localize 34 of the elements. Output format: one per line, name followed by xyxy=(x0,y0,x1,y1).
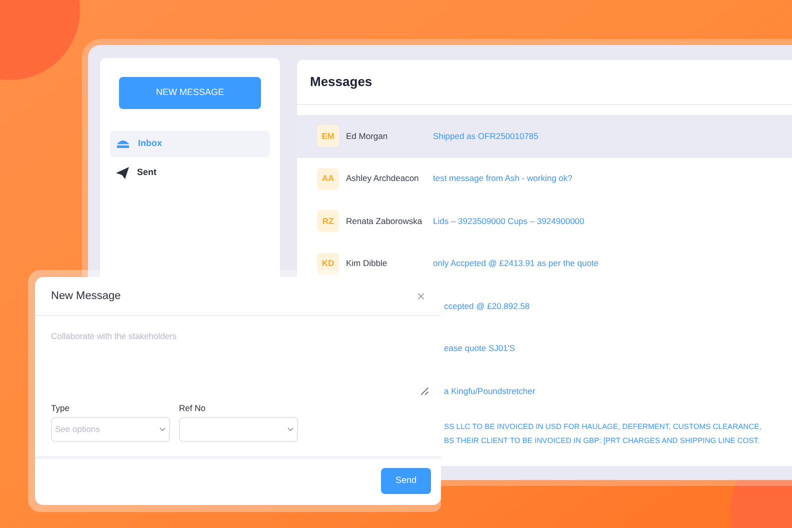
sidebar-item[interactable]: Sent xyxy=(110,160,270,186)
message-field[interactable]: Collaborate with the stakeholders xyxy=(47,326,429,396)
initials-avatar: RZ xyxy=(317,210,339,232)
message-preview: ease quote SJ01'S xyxy=(444,342,516,356)
message-preview: a Kingfu/Poundstretcher xyxy=(444,384,536,398)
sender-name: Ashley Archdeacon xyxy=(346,173,419,184)
message-preview: Shipped as OFR250010785 xyxy=(433,130,538,143)
field-label: Ref No xyxy=(179,402,206,415)
new-message-button[interactable]: NEW MESSAGE xyxy=(119,77,261,109)
field-label: Type xyxy=(51,402,70,415)
message-preview: Lids – 3923509000 Cups – 3924900000 xyxy=(433,214,584,228)
paper-plane-icon xyxy=(116,167,129,179)
chevron-down-icon xyxy=(159,426,166,432)
dialog-title: New Message xyxy=(51,288,121,304)
sender-name: Kim Dibble xyxy=(346,258,388,268)
message-row[interactable]: EM Ed Morgan Shipped as OFR250010785 xyxy=(297,115,792,158)
initials-avatar: KD xyxy=(317,252,339,275)
message-preview: test message from Ash - working ok? xyxy=(433,172,572,186)
chevron-down-icon xyxy=(287,426,294,432)
send-button[interactable]: Send xyxy=(381,468,431,494)
close-button[interactable]: × xyxy=(416,289,425,303)
message-preview: only Accpeted @ £2413.91 as per the quote xyxy=(433,257,599,270)
select-field[interactable] xyxy=(179,416,298,442)
message-preview: ccepted @ £20.892.58 xyxy=(444,300,530,313)
initials-avatar: AA xyxy=(317,168,339,190)
sidebar-item[interactable]: Inbox xyxy=(110,131,270,157)
sender-name: Ed Morgan xyxy=(346,130,388,141)
sender-name: Renata Zaborowska xyxy=(346,216,422,226)
select-field[interactable]: See options xyxy=(51,416,170,442)
panel-title: Messages xyxy=(310,73,372,92)
inbox-tray-icon xyxy=(116,139,130,149)
sidebar-item-label: Inbox xyxy=(138,137,162,150)
sidebar-item-label: Sent xyxy=(137,166,157,180)
initials-avatar: EM xyxy=(317,125,339,148)
